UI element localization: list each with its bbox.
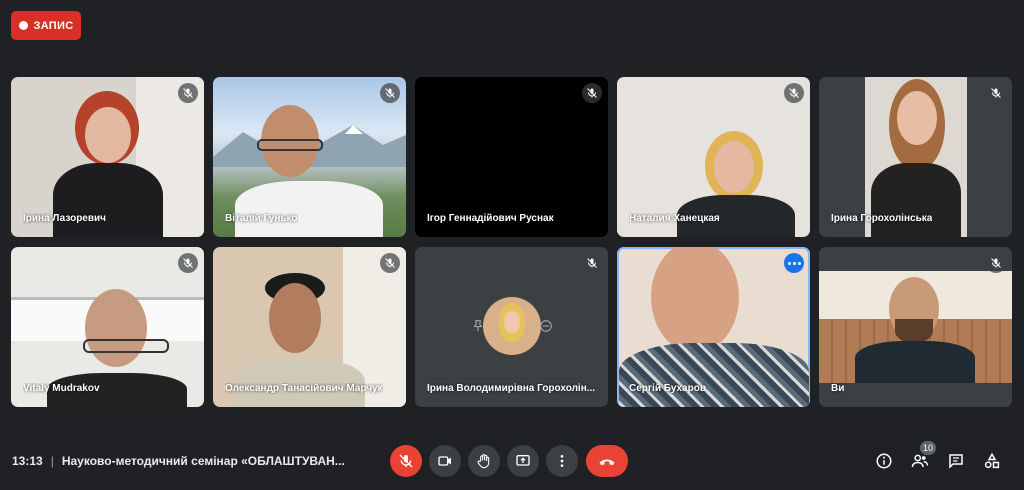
mic-off-icon <box>582 83 602 103</box>
participant-name: Віталій Гунько <box>225 213 298 224</box>
participant-tile[interactable]: Ви <box>819 247 1012 407</box>
torso <box>855 341 975 383</box>
chat-icon <box>949 454 963 469</box>
avatar <box>483 297 541 355</box>
remove-icon[interactable] <box>539 319 553 333</box>
more-options-icon <box>560 455 564 467</box>
hang-up-icon <box>599 459 615 466</box>
face <box>714 141 754 193</box>
participant-tile[interactable]: Віталій Гунько <box>213 77 406 237</box>
info-icon <box>876 453 892 469</box>
torso <box>235 181 383 237</box>
participant-name: Ігор Геннадійович Руснак <box>427 213 554 224</box>
participant-count-badge: 10 <box>920 441 936 455</box>
mic-toggle-button[interactable] <box>390 445 422 477</box>
mic-off-icon <box>784 83 804 103</box>
face <box>85 289 147 367</box>
participant-tile[interactable]: Ірина Горохолінська <box>819 77 1012 237</box>
beard <box>895 319 933 343</box>
mic-off-icon <box>986 83 1006 103</box>
glasses <box>83 339 169 353</box>
hang-up-button[interactable] <box>586 445 628 477</box>
meeting-title: Науково-методичний семінар «ОБЛАШТУВАН..… <box>61 454 345 468</box>
participant-name: Ірина Володимирівна Горохолін... <box>427 383 596 394</box>
video-grid: Ірина Лазоревич Віталій Гунько Ігор Генн… <box>0 0 1024 430</box>
mic-off-icon <box>380 253 400 273</box>
speaking-indicator-icon <box>784 253 804 273</box>
camera-icon <box>438 456 451 466</box>
mic-off-icon <box>582 253 602 273</box>
participant-name: Ірина Горохолінська <box>831 213 933 224</box>
pin-icon[interactable] <box>471 319 485 333</box>
participant-name: Ірина Лазоревич <box>23 213 106 224</box>
meeting-info: 13:13 | Науково-методичний семінар «ОБЛАШТ… <box>12 454 345 468</box>
glasses <box>257 139 323 151</box>
video-frame <box>819 271 1012 383</box>
face <box>269 283 321 353</box>
meeting-details-button[interactable] <box>872 449 896 473</box>
camera-toggle-button[interactable] <box>429 445 461 477</box>
participant-name: Олександр Танасійович Марчук <box>225 383 383 394</box>
mic-off-icon <box>178 253 198 273</box>
more-options-button[interactable] <box>546 445 578 477</box>
bottom-control-bar: 13:13 | Науково-методичний семінар «ОБЛАШТ… <box>0 430 1024 490</box>
torso <box>871 163 961 237</box>
raise-hand-button[interactable] <box>468 445 500 477</box>
participant-name: Ви <box>831 383 845 394</box>
participant-name: Сергій Бухаров <box>629 383 706 394</box>
participant-tile[interactable]: Олександр Танасійович Марчук <box>213 247 406 407</box>
face <box>897 91 937 145</box>
chat-button[interactable] <box>944 449 968 473</box>
participant-tile[interactable]: Ірина Володимирівна Горохолін... <box>415 247 608 407</box>
mic-off-icon <box>380 83 400 103</box>
participant-name: Наталия Ханецкая <box>629 213 720 224</box>
participant-tile[interactable]: Ірина Лазоревич <box>11 77 204 237</box>
mic-off-icon <box>178 83 198 103</box>
mic-off-icon <box>986 253 1006 273</box>
face <box>651 247 739 353</box>
present-screen-icon <box>516 455 530 466</box>
meeting-time: 13:13 <box>12 454 43 468</box>
present-screen-button[interactable] <box>507 445 539 477</box>
raise-hand-icon <box>477 454 490 469</box>
face <box>85 107 131 163</box>
participant-tile[interactable]: Vitaly Mudrakov <box>11 247 204 407</box>
mic-off-icon <box>399 454 413 468</box>
torso <box>619 343 809 407</box>
activities-icon <box>984 452 1000 469</box>
participant-tile[interactable]: Наталия Ханецкая <box>617 77 810 237</box>
activities-button[interactable] <box>980 449 1004 473</box>
participant-name: Vitaly Mudrakov <box>23 383 100 394</box>
participant-tile-active-speaker[interactable]: Сергій Бухаров <box>617 247 810 407</box>
participant-tile[interactable]: Ігор Геннадійович Руснак <box>415 77 608 237</box>
torso <box>53 163 163 237</box>
